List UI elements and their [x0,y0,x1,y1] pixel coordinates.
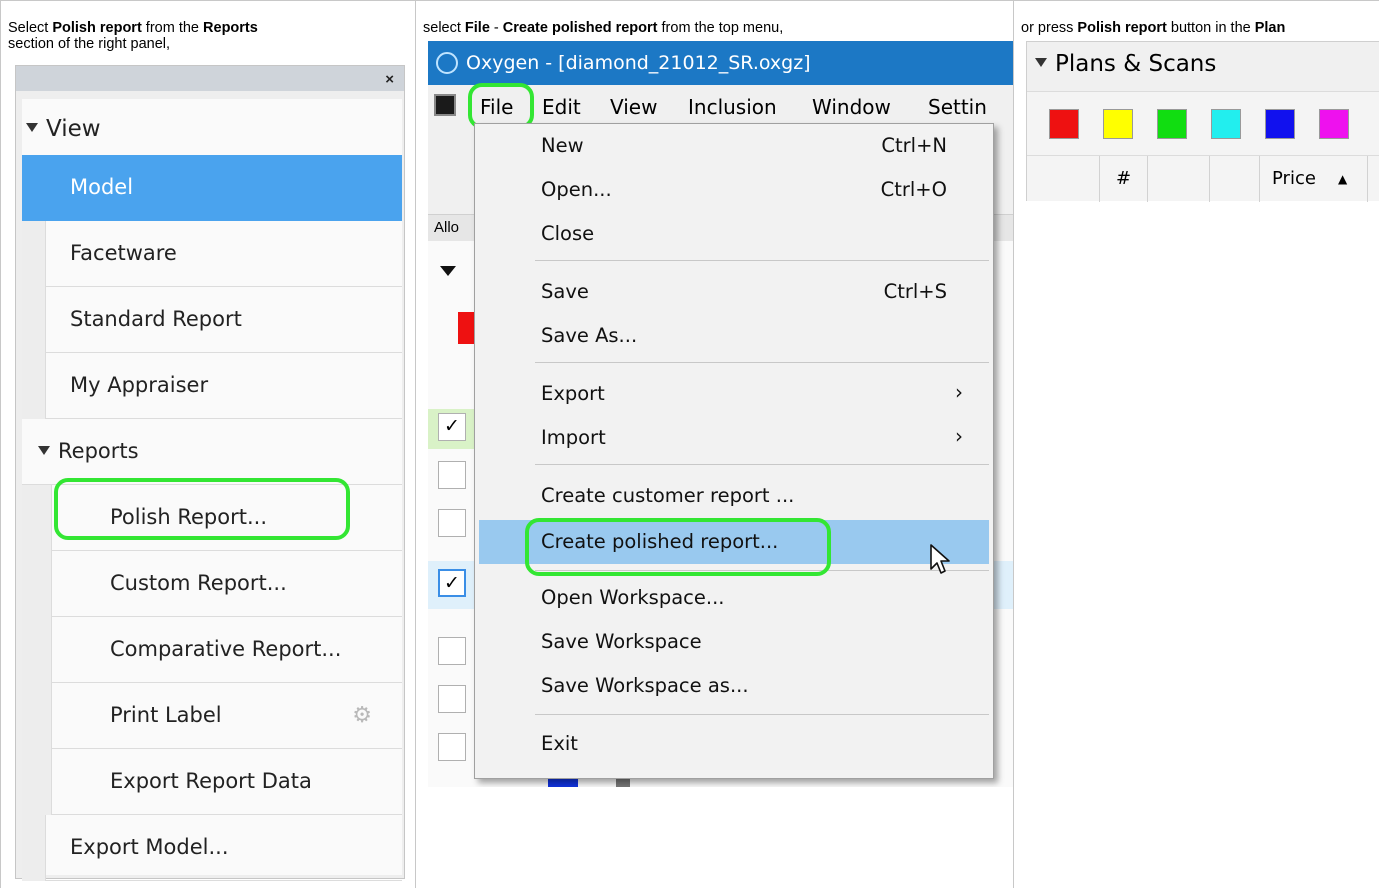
tree-item-comparative-report[interactable]: Comparative Report... [22,617,402,683]
window-title: Oxygen - [diamond_21012_SR.oxgz] [466,52,811,74]
menu-item-close[interactable]: Close [475,212,993,256]
red-swatch [458,312,474,344]
create-polished-report-highlight [525,518,831,576]
menu-separator [535,714,989,715]
tree-item-print-label[interactable]: Print Label ⚙ [22,683,402,749]
app-menu-icon[interactable] [434,94,456,116]
menu-view[interactable]: View [610,95,657,119]
expand-triangle-icon [1035,58,1047,67]
menu-separator [535,362,989,363]
checkbox-checked[interactable]: ✓ [438,569,466,597]
color-swatch[interactable] [1049,109,1079,139]
menu-edit[interactable]: Edit [542,95,581,119]
plans-scans-header[interactable]: Plans & Scans [1027,42,1379,92]
expand-triangle-icon [38,445,50,455]
reports-section-header[interactable]: Reports [22,419,402,485]
plans-table-header: # Price ▲ [1027,155,1379,202]
caption-col2: select File - Create polished report fro… [423,20,784,36]
caption-col3: or press Polish report button in the Pla… [1021,20,1286,36]
tree-item-export-report-data[interactable]: Export Report Data [22,749,402,815]
submenu-arrow-icon: › [955,380,963,404]
submenu-arrow-icon: › [955,424,963,448]
expand-triangle-icon [26,123,38,132]
color-swatch[interactable] [1319,109,1349,139]
menu-item-create-customer-report[interactable]: Create customer report ... [475,474,993,518]
tree-item-my-appraiser[interactable]: My Appraiser [22,353,402,419]
column-top-menu: select File - Create polished report fro… [415,0,1014,888]
gear-icon[interactable]: ⚙ [352,703,372,728]
mouse-cursor-icon [930,544,950,574]
file-menu-dropdown: New Ctrl+N Open... Ctrl+O Close Save Ctr… [474,123,994,779]
column-right-panel: Select Polish report from the Reports se… [0,0,416,888]
window-titlebar: Oxygen - [diamond_21012_SR.oxgz] [428,41,1013,85]
menu-separator [535,260,989,261]
tree-item-facetware[interactable]: Facetware [22,221,402,287]
documentation-table: Select Polish report from the Reports se… [0,0,1379,888]
collapse-triangle-icon[interactable] [440,266,456,276]
menu-item-open-workspace[interactable]: Open Workspace... [475,576,993,620]
menu-item-save[interactable]: Save Ctrl+S [475,270,993,314]
menu-item-import[interactable]: Import › [475,416,993,460]
right-panel: × View Model Facetware Standard Report M… [15,65,405,881]
tree-item-model[interactable]: Model [22,155,402,221]
checkbox[interactable] [438,461,466,489]
column-header-price[interactable]: Price ▲ [1259,156,1367,202]
menu-item-save-workspace[interactable]: Save Workspace [475,620,993,664]
menu-item-save-workspace-as[interactable]: Save Workspace as... [475,664,993,708]
polish-report-highlight [54,478,350,540]
plans-scans-panel: Plans & Scans # Price ▲ [1026,41,1379,202]
checkbox[interactable] [438,733,466,761]
color-swatch[interactable] [1103,109,1133,139]
menu-separator [535,464,989,465]
menu-item-save-as[interactable]: Save As... [475,314,993,358]
menu-window[interactable]: Window [812,95,891,119]
caption-col1: Select Polish report from the Reports se… [8,20,258,52]
tree-item-custom-report[interactable]: Custom Report... [22,551,402,617]
close-icon[interactable]: × [385,71,394,88]
sort-ascending-icon: ▲ [1338,172,1348,186]
checkbox[interactable] [438,637,466,665]
menu-settings[interactable]: Settin [928,95,987,119]
checkbox[interactable] [438,509,466,537]
panel-titlebar: × [16,66,404,91]
menu-item-new[interactable]: New Ctrl+N [475,124,993,168]
column-header-hash[interactable]: # [1099,156,1147,202]
tree-item-standard-report[interactable]: Standard Report [22,287,402,353]
oxygen-logo-icon [436,52,458,74]
menu-item-open[interactable]: Open... Ctrl+O [475,168,993,212]
menu-inclusion[interactable]: Inclusion [688,95,777,119]
tree-item-export-model[interactable]: Export Model... [22,815,402,881]
oxygen-app-screenshot: Oxygen - [diamond_21012_SR.oxgz] File Ed… [428,41,1013,787]
color-swatch[interactable] [1211,109,1241,139]
menu-item-exit[interactable]: Exit [475,722,993,766]
menu-item-export[interactable]: Export › [475,372,993,416]
checkbox[interactable] [438,685,466,713]
checkbox-checked[interactable]: ✓ [438,413,466,441]
color-swatch[interactable] [1265,109,1295,139]
color-swatch[interactable] [1157,109,1187,139]
column-plans-scans: or press Polish report button in the Pla… [1013,0,1379,888]
